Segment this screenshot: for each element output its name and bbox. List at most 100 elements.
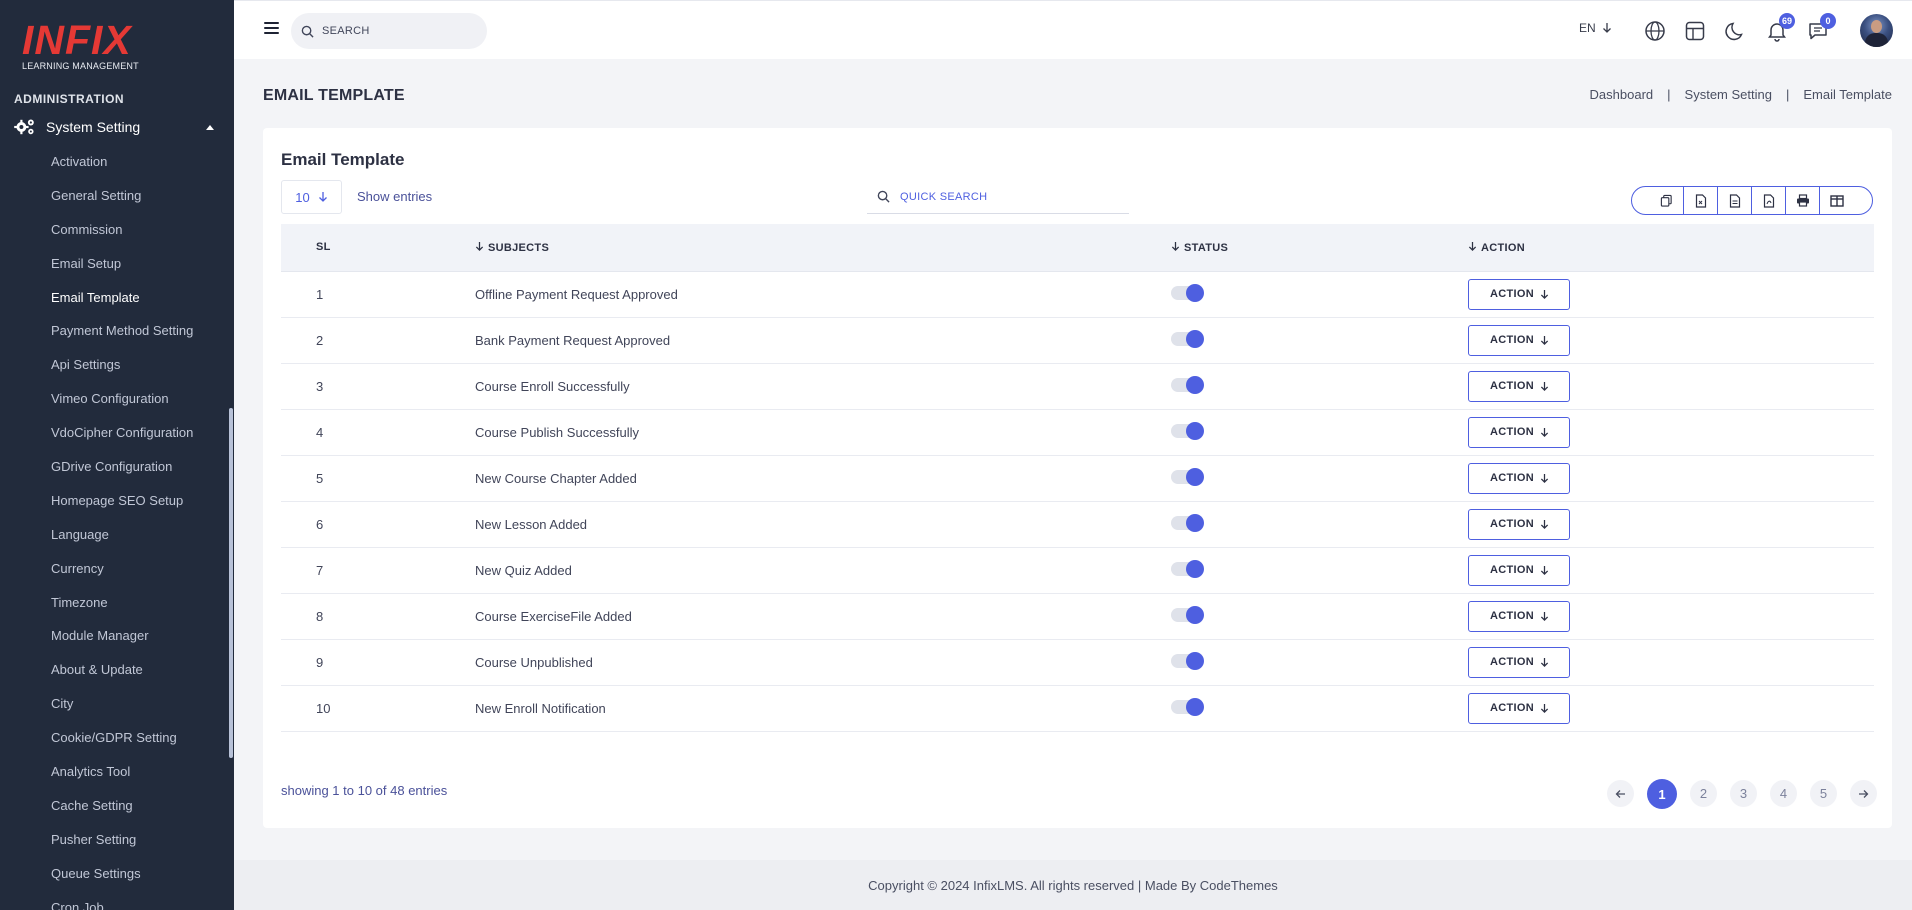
action-dropdown-button[interactable]: ACTION (1468, 324, 1570, 356)
sidebar-item-module-manager[interactable]: Module Manager (51, 625, 193, 659)
sidebar-item-cron-job[interactable]: Cron Job (51, 897, 193, 910)
column-header-action[interactable]: ACTION (1468, 224, 1874, 271)
messages-badge: 0 (1820, 13, 1836, 29)
logo-subtitle: LEARNING MANAGEMENT (22, 61, 139, 71)
csv-button[interactable] (1684, 187, 1718, 214)
action-label: ACTION (1490, 702, 1534, 714)
row-subject: Offline Payment Request Approved (475, 286, 678, 302)
sidebar-item-language[interactable]: Language (51, 524, 193, 558)
entries-per-page-select[interactable]: 10 (281, 180, 342, 214)
sidebar-item-api-settings[interactable]: Api Settings (51, 354, 193, 388)
row-status (1171, 685, 1468, 731)
action-dropdown-button[interactable]: ACTION (1468, 600, 1570, 632)
toggle-knob (1186, 330, 1204, 349)
breadcrumb-system-setting[interactable]: System Setting (1685, 87, 1772, 102)
globe-icon[interactable] (1644, 20, 1666, 42)
sidebar-item-queue-settings[interactable]: Queue Settings (51, 863, 193, 897)
status-toggle[interactable] (1171, 698, 1204, 717)
columns-icon (1830, 194, 1844, 207)
column-header-status[interactable]: STATUS (1171, 224, 1468, 271)
sidebar-item-email-setup[interactable]: Email Setup (51, 253, 193, 287)
status-toggle[interactable] (1171, 422, 1204, 441)
pagination-page-4[interactable]: 4 (1770, 780, 1797, 807)
arrow-down-icon (318, 192, 327, 202)
quick-search[interactable] (867, 180, 1129, 214)
row-status (1171, 363, 1468, 409)
quick-search-input[interactable] (900, 190, 1042, 203)
status-toggle[interactable] (1171, 606, 1204, 625)
layout-icon[interactable] (1684, 20, 1706, 42)
toggle-knob (1186, 468, 1204, 487)
status-toggle[interactable] (1171, 330, 1204, 349)
search-icon (877, 190, 890, 203)
messages-button[interactable]: 0 (1807, 13, 1836, 42)
card-title: Email Template (281, 150, 405, 169)
sidebar-item-city[interactable]: City (51, 693, 193, 727)
status-toggle[interactable] (1171, 560, 1204, 579)
sidebar-item-currency[interactable]: Currency (51, 558, 193, 592)
status-toggle[interactable] (1171, 514, 1204, 533)
sidebar-item-cache-setting[interactable]: Cache Setting (51, 795, 193, 829)
notifications-button[interactable]: 69 (1766, 13, 1795, 42)
status-toggle[interactable] (1171, 652, 1204, 671)
breadcrumb-email-template: Email Template (1803, 87, 1892, 102)
pagination-prev-button[interactable] (1607, 780, 1634, 807)
pagination-page-3[interactable]: 3 (1730, 780, 1757, 807)
sidebar-item-analytics-tool[interactable]: Analytics Tool (51, 761, 193, 795)
column-header-sl[interactable]: SL (281, 224, 475, 271)
dark-mode-moon-icon[interactable] (1725, 20, 1747, 42)
table-row: 4 Course Publish Successfully ACTION (281, 409, 1874, 455)
action-dropdown-button[interactable]: ACTION (1468, 646, 1570, 678)
global-search[interactable] (291, 13, 487, 49)
sidebar-item-payment-method-setting[interactable]: Payment Method Setting (51, 320, 193, 354)
print-icon (1796, 194, 1809, 207)
status-toggle[interactable] (1171, 284, 1204, 303)
sidebar-scrollbar[interactable] (229, 408, 233, 758)
sidebar-item-cookie-gdpr-setting[interactable]: Cookie/GDPR Setting (51, 727, 193, 761)
arrow-down-icon (1540, 565, 1549, 575)
action-dropdown-button[interactable]: ACTION (1468, 278, 1570, 310)
sidebar-item-commission[interactable]: Commission (51, 219, 193, 253)
action-dropdown-button[interactable]: ACTION (1468, 370, 1570, 402)
sidebar-item-vdocipher-configuration[interactable]: VdoCipher Configuration (51, 422, 193, 456)
pagination-page-1[interactable]: 1 (1647, 779, 1677, 809)
user-avatar[interactable] (1860, 14, 1893, 47)
status-toggle[interactable] (1171, 376, 1204, 395)
row-subject: New Enroll Notification (475, 700, 606, 716)
pagination-page-2[interactable]: 2 (1690, 780, 1717, 807)
table-row: 6 New Lesson Added ACTION (281, 501, 1874, 547)
column-header-subjects[interactable]: SUBJECTS (475, 224, 1171, 271)
menu-toggle-icon[interactable] (264, 22, 279, 34)
sidebar-item-homepage-seo-setup[interactable]: Homepage SEO Setup (51, 490, 193, 524)
sidebar-item-email-template[interactable]: Email Template (51, 287, 193, 321)
sidebar-item-pusher-setting[interactable]: Pusher Setting (51, 829, 193, 863)
search-input[interactable] (322, 25, 462, 37)
pagination-next-button[interactable] (1850, 780, 1877, 807)
language-selector[interactable]: EN (1579, 21, 1612, 35)
status-toggle[interactable] (1171, 468, 1204, 487)
sidebar-item-about-update[interactable]: About & Update (51, 659, 193, 693)
page-title: EMAIL TEMPLATE (263, 87, 405, 104)
pagination-page-5[interactable]: 5 (1810, 780, 1837, 807)
action-dropdown-button[interactable]: ACTION (1468, 462, 1570, 494)
excel-button[interactable] (1718, 187, 1752, 214)
copy-button[interactable] (1650, 187, 1684, 214)
print-button[interactable] (1786, 187, 1820, 214)
columns-button[interactable] (1820, 187, 1854, 214)
arrow-down-icon (1602, 23, 1611, 33)
sidebar-item-gdrive-configuration[interactable]: GDrive Configuration (51, 456, 193, 490)
sidebar-group-system-setting[interactable]: System Setting (14, 116, 214, 138)
row-status (1171, 271, 1468, 317)
pdf-button[interactable] (1752, 187, 1786, 214)
sidebar-item-activation[interactable]: Activation (51, 151, 193, 185)
action-dropdown-button[interactable]: ACTION (1468, 692, 1570, 724)
action-dropdown-button[interactable]: ACTION (1468, 554, 1570, 586)
logo[interactable]: INFIX LEARNING MANAGEMENT (22, 20, 139, 72)
sidebar-item-vimeo-configuration[interactable]: Vimeo Configuration (51, 388, 193, 422)
action-dropdown-button[interactable]: ACTION (1468, 508, 1570, 540)
row-sl: 4 (316, 424, 324, 440)
action-dropdown-button[interactable]: ACTION (1468, 416, 1570, 448)
sidebar-item-timezone[interactable]: Timezone (51, 592, 193, 626)
sidebar-item-general-setting[interactable]: General Setting (51, 185, 193, 219)
breadcrumb-dashboard[interactable]: Dashboard (1590, 87, 1654, 102)
